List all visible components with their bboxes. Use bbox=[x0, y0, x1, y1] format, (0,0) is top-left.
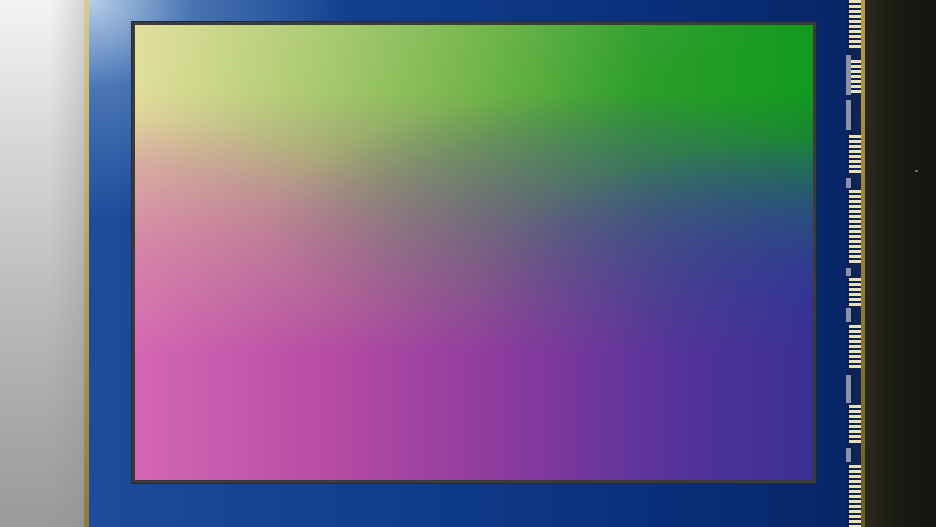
bond-pad-trace bbox=[846, 100, 851, 130]
bond-pad bbox=[849, 345, 861, 348]
bond-pad-trace bbox=[846, 448, 851, 462]
bond-pad bbox=[849, 435, 861, 438]
bond-pad bbox=[849, 190, 861, 193]
bond-pad bbox=[849, 20, 861, 23]
bond-pad bbox=[849, 480, 861, 483]
bond-pad bbox=[849, 485, 861, 488]
bond-pad bbox=[849, 335, 861, 338]
bond-pad bbox=[849, 30, 861, 33]
bond-pad bbox=[849, 245, 861, 248]
sensor-photo bbox=[0, 0, 936, 527]
bond-pad bbox=[849, 260, 861, 263]
bond-pad bbox=[849, 278, 861, 281]
bond-pad bbox=[849, 500, 861, 503]
bond-pad bbox=[849, 225, 861, 228]
bond-pad bbox=[849, 25, 861, 28]
bond-pad bbox=[849, 200, 861, 203]
bond-pad bbox=[849, 365, 861, 368]
bond-pad bbox=[849, 440, 861, 443]
bond-pad-trace bbox=[846, 178, 851, 188]
bond-pad-trace bbox=[846, 268, 851, 276]
bond-pad bbox=[849, 303, 861, 306]
bond-pad bbox=[849, 230, 861, 233]
bond-pad bbox=[849, 475, 861, 478]
bond-pad bbox=[849, 205, 861, 208]
bond-pad bbox=[849, 293, 861, 296]
bond-pad bbox=[849, 470, 861, 473]
bond-pad bbox=[849, 420, 861, 423]
bond-pad bbox=[849, 255, 861, 258]
sensor-sheen bbox=[135, 25, 813, 480]
bond-pad bbox=[849, 360, 861, 363]
bond-pad bbox=[849, 465, 861, 468]
bond-pad bbox=[849, 298, 861, 301]
bond-pad bbox=[849, 340, 861, 343]
bond-pad bbox=[849, 5, 861, 8]
bond-pad bbox=[849, 215, 861, 218]
bond-pad bbox=[849, 355, 861, 358]
bond-pad bbox=[849, 10, 861, 13]
bond-pad bbox=[849, 250, 861, 253]
sensor-active-area bbox=[135, 25, 813, 480]
bond-pad bbox=[849, 195, 861, 198]
bond-pad bbox=[849, 515, 861, 518]
bond-pad-trace bbox=[846, 308, 851, 322]
bond-pad bbox=[849, 135, 861, 138]
bond-pad bbox=[849, 165, 861, 168]
bond-pad bbox=[849, 325, 861, 328]
bond-pad bbox=[849, 415, 861, 418]
bond-pad bbox=[849, 505, 861, 508]
left-grey-backdrop bbox=[0, 0, 90, 527]
bond-pad bbox=[849, 240, 861, 243]
bond-pad bbox=[849, 510, 861, 513]
bond-pad bbox=[849, 405, 861, 408]
bond-pad bbox=[849, 170, 861, 173]
bond-pad bbox=[849, 150, 861, 153]
bond-pad bbox=[849, 220, 861, 223]
bond-pad bbox=[849, 410, 861, 413]
bond-pad bbox=[849, 35, 861, 38]
bond-pad bbox=[849, 155, 861, 158]
bond-pad-trace bbox=[846, 375, 851, 403]
dust-speck bbox=[915, 170, 918, 172]
bond-pad bbox=[849, 15, 861, 18]
bond-pad-trace bbox=[846, 55, 851, 95]
bond-pad bbox=[849, 235, 861, 238]
bond-pad bbox=[849, 210, 861, 213]
bond-pad bbox=[849, 160, 861, 163]
bond-pad bbox=[849, 330, 861, 333]
bond-pad bbox=[849, 495, 861, 498]
bond-pad bbox=[849, 40, 861, 43]
bond-pad bbox=[849, 520, 861, 523]
bond-pad bbox=[849, 283, 861, 286]
bond-pad bbox=[849, 350, 861, 353]
bond-pad bbox=[849, 430, 861, 433]
bond-pad bbox=[849, 288, 861, 291]
bond-pad bbox=[849, 140, 861, 143]
bond-pad bbox=[849, 45, 861, 48]
bond-pad bbox=[849, 425, 861, 428]
bond-pad bbox=[849, 0, 861, 3]
bond-pad bbox=[849, 145, 861, 148]
bond-pad bbox=[849, 490, 861, 493]
right-dark-backdrop bbox=[865, 0, 936, 527]
